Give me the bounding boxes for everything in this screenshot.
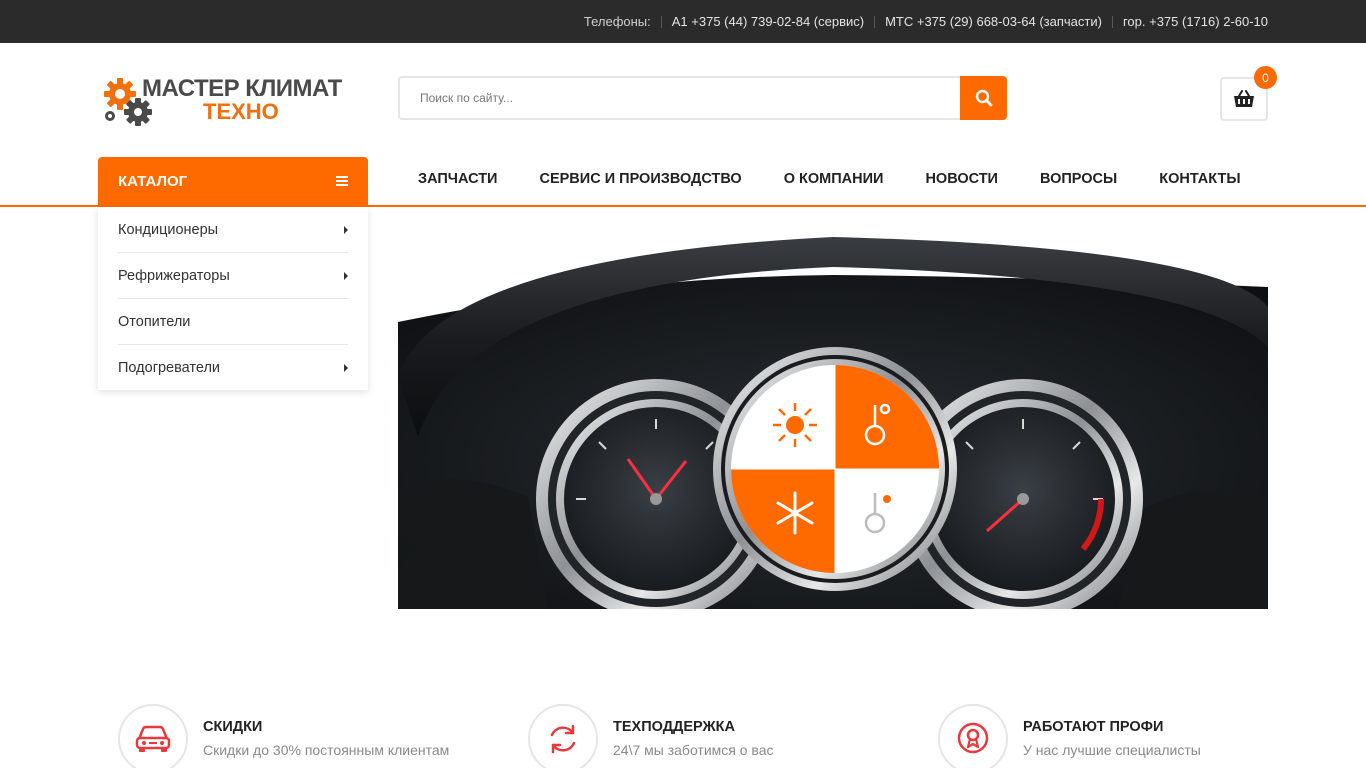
feature-icon-circle	[528, 704, 598, 768]
catalog-item-label: Рефрижераторы	[118, 267, 230, 284]
catalog-item-preheaters[interactable]: Подогреватели	[118, 345, 348, 391]
nav-item-news[interactable]: НОВОСТИ	[925, 171, 998, 187]
menu-icon	[336, 176, 348, 186]
phones-label: Телефоны:	[583, 14, 651, 29]
basket-icon	[1234, 90, 1254, 107]
feature-title: ТЕХПОДДЕРЖКА	[613, 719, 735, 735]
nav-item-faq[interactable]: ВОПРОСЫ	[1040, 171, 1117, 187]
catalog-item-label: Подогреватели	[118, 360, 221, 376]
feature-icon-circle	[938, 704, 1008, 768]
feature-icon-circle	[118, 704, 188, 768]
award-icon	[957, 722, 989, 754]
top-bar: Телефоны: А1 +375 (44) 739-02-84 (сервис…	[0, 0, 1366, 43]
catalog-button[interactable]: КАТАЛОГ	[98, 157, 368, 205]
nav-item-parts[interactable]: ЗАПЧАСТИ	[418, 171, 497, 187]
caret-right-icon	[344, 225, 348, 234]
dashboard-illustration	[398, 237, 1268, 609]
phone-a1-link[interactable]: А1 +375 (44) 739-02-84 (сервис)	[672, 14, 864, 29]
cart-count-badge: 0	[1254, 66, 1277, 89]
search-bar	[398, 76, 1007, 120]
catalog-menu: Кондиционеры Рефрижераторы Отопители Под…	[98, 207, 368, 390]
divider	[1111, 15, 1113, 28]
divider	[874, 15, 876, 28]
car-icon	[135, 725, 171, 752]
nav-item-about[interactable]: О КОМПАНИИ	[784, 171, 884, 187]
search-input[interactable]	[398, 76, 960, 120]
caret-right-icon	[344, 271, 348, 280]
divider	[660, 15, 662, 28]
feature-description: 24\7 мы заботимся о вас	[613, 742, 774, 758]
catalog-item-label: Кондиционеры	[118, 221, 219, 238]
search-icon	[975, 89, 992, 107]
catalog-item-conditioners[interactable]: Кондиционеры	[118, 207, 348, 253]
catalog-item-refrigerators[interactable]: Рефрижераторы	[118, 253, 348, 299]
feature-description: У нас лучшие специалисты	[1023, 742, 1201, 758]
phone-city-link[interactable]: гор. +375 (1716) 2-60-10	[1123, 14, 1268, 29]
caret-right-icon	[344, 364, 348, 372]
hero-banner[interactable]	[398, 237, 1268, 609]
phone-mts-link[interactable]: МТС +375 (29) 668-03-64 (запчасти)	[885, 14, 1102, 29]
search-button[interactable]	[960, 76, 1007, 120]
site-logo[interactable]: МАСТЕР КЛИМАТ ТЕХНО	[102, 72, 364, 128]
logo-subtitle: ТЕХНО	[203, 99, 279, 124]
catalog-item-label: Отопители	[118, 313, 191, 330]
phones-row: Телефоны: А1 +375 (44) 739-02-84 (сервис…	[584, 0, 1268, 43]
refresh-icon	[550, 724, 576, 754]
nav-item-service[interactable]: СЕРВИС И ПРОИЗВОДСТВО	[539, 171, 741, 187]
nav-item-contacts[interactable]: КОНТАКТЫ	[1159, 171, 1240, 187]
feature-title: РАБОТАЮТ ПРОФИ	[1023, 719, 1164, 735]
feature-title: СКИДКИ	[203, 719, 263, 735]
main-nav: ЗАПЧАСТИ СЕРВИС И ПРОИЗВОДСТВО О КОМПАНИ…	[418, 171, 1283, 187]
feature-description: Скидки до 30% постоянным клиентам	[203, 742, 450, 758]
catalog-item-heaters[interactable]: Отопители	[118, 299, 348, 345]
catalog-label: КАТАЛОГ	[118, 172, 188, 190]
